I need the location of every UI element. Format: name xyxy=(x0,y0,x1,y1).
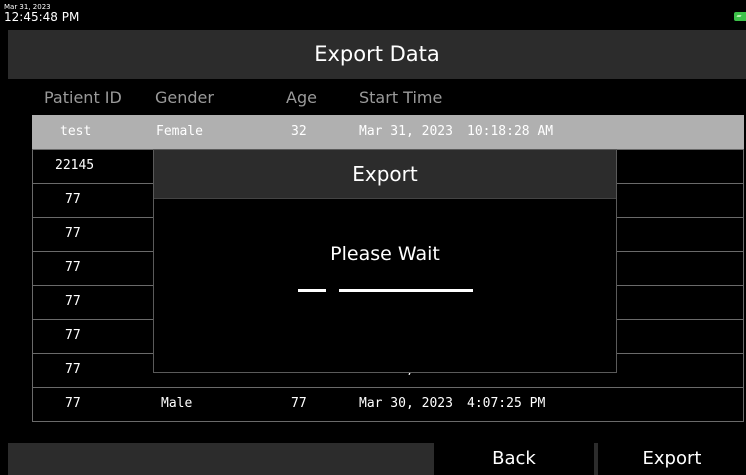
cell-date: Mar 31, 2023 xyxy=(359,124,453,139)
status-bar: Mar 31, 2023 12:45:48 PM xyxy=(0,0,746,30)
dialog-title-bar: Export xyxy=(154,150,616,199)
cell-gender: Female xyxy=(156,124,203,139)
page-title: Export Data xyxy=(314,42,440,66)
column-header-age: Age xyxy=(286,88,317,107)
cell-date: Mar 30, 2023 xyxy=(359,396,453,411)
column-header-gender: Gender xyxy=(155,88,214,107)
table-header: Patient ID Gender Age Start Time xyxy=(0,79,746,115)
cell-patient-id: test xyxy=(60,124,92,139)
cell-patient-id: 77 xyxy=(65,192,81,207)
status-time: 12:45:48 PM xyxy=(4,10,80,24)
cell-patient-id: 22145 xyxy=(55,158,95,173)
dialog-message: Please Wait xyxy=(330,243,440,265)
export-button[interactable]: Export xyxy=(598,443,746,475)
cell-time: 4:07:25 PM xyxy=(467,396,546,411)
column-header-start-time: Start Time xyxy=(359,88,443,107)
cell-patient-id: 77 xyxy=(65,328,81,343)
cell-gender: Male xyxy=(161,396,193,411)
cell-patient-id: 77 xyxy=(65,396,81,411)
cell-age: 77 xyxy=(291,396,307,411)
cell-patient-id: 77 xyxy=(65,260,81,275)
cell-age: 32 xyxy=(291,124,307,139)
table-row[interactable]: test Female 32 Mar 31, 2023 10:18:28 AM xyxy=(32,115,744,149)
column-header-patient-id: Patient ID xyxy=(44,88,122,107)
cell-patient-id: 77 xyxy=(65,226,81,241)
title-bar: Export Data xyxy=(8,30,746,79)
back-button[interactable]: Back xyxy=(434,443,594,475)
progress-indicator-segment xyxy=(298,289,326,292)
cell-time: 10:18:28 AM xyxy=(467,124,554,139)
cell-patient-id: 77 xyxy=(65,362,81,377)
table-row[interactable]: 77 Male 77 Mar 30, 2023 4:07:25 PM xyxy=(32,387,744,422)
dialog-title: Export xyxy=(352,162,418,186)
progress-indicator-bar xyxy=(339,289,473,292)
export-dialog: Export Please Wait xyxy=(153,149,617,373)
battery-icon xyxy=(734,12,746,21)
cell-patient-id: 77 xyxy=(65,294,81,309)
